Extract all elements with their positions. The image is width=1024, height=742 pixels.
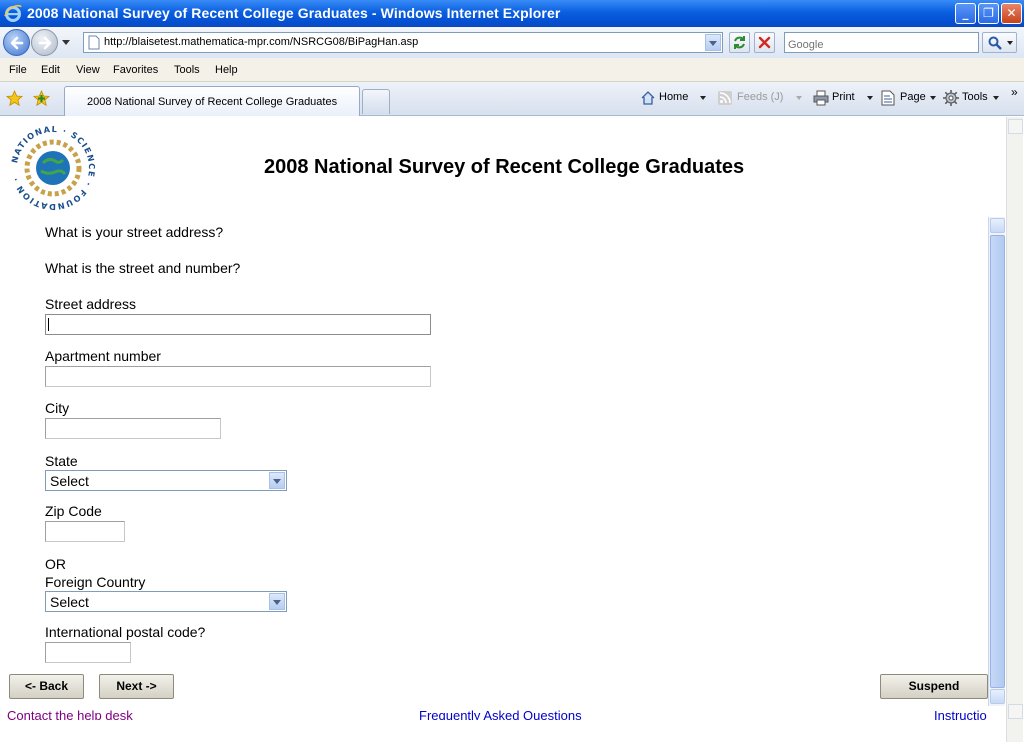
menu-favorites[interactable]: Favorites (113, 64, 158, 76)
page-menu-button[interactable]: Page (900, 91, 926, 103)
feeds-icon (718, 91, 732, 105)
apartment-number-label: Apartment number (45, 348, 161, 364)
menu-help[interactable]: Help (215, 64, 238, 76)
state-label: State (45, 453, 78, 469)
back-button[interactable]: <- Back (9, 674, 84, 699)
scroll-up-arrow-icon[interactable] (990, 218, 1005, 233)
chevron-down-icon[interactable] (269, 472, 285, 489)
window-titlebar: 2008 National Survey of Recent College G… (0, 0, 1024, 27)
foreign-country-select[interactable]: Select (45, 591, 287, 612)
or-text: OR (45, 556, 66, 572)
contact-help-desk-link[interactable]: Contact the help desk (7, 708, 133, 720)
inner-vertical-scrollbar[interactable] (988, 217, 1005, 706)
refresh-button[interactable] (729, 32, 750, 53)
chevron-down-icon[interactable] (269, 593, 285, 610)
page-menu-icon (881, 90, 895, 106)
tools-dropdown-icon[interactable] (993, 96, 999, 100)
address-text: http://blaisetest.mathematica-mpr.com/NS… (104, 36, 419, 48)
menu-view[interactable]: View (76, 64, 100, 76)
tools-gear-icon (943, 90, 959, 106)
feeds-dropdown-icon[interactable] (796, 96, 802, 100)
page-content: NATIONAL · SCIENCE · FOUNDATION · 2008 N… (2, 117, 1005, 720)
stop-button[interactable] (754, 32, 775, 53)
page-icon (88, 35, 100, 50)
search-input[interactable] (785, 35, 975, 55)
apartment-number-input[interactable] (45, 366, 431, 387)
maximize-button[interactable]: ❐ (978, 3, 999, 24)
address-dropdown-icon[interactable] (705, 34, 721, 51)
subquestion-text: What is the street and number? (45, 260, 241, 276)
recent-pages-dropdown-icon[interactable] (62, 40, 70, 45)
new-tab-button[interactable] (362, 89, 390, 114)
scroll-down-arrow-icon[interactable] (990, 689, 1005, 704)
foreign-country-label: Foreign Country (45, 574, 146, 590)
browser-vertical-scrollbar[interactable] (1006, 117, 1023, 742)
street-address-label: Street address (45, 296, 137, 312)
forward-arrow-icon (38, 36, 52, 50)
faq-link[interactable]: Frequently Asked Questions (419, 708, 582, 720)
tools-menu-button[interactable]: Tools (962, 91, 988, 103)
forward-nav-button[interactable] (31, 29, 58, 56)
browser-scroll-down-arrow-icon[interactable] (1008, 704, 1023, 719)
tab-command-bar: 2008 National Survey of Recent College G… (0, 82, 1024, 116)
print-dropdown-icon[interactable] (867, 96, 873, 100)
state-select-value: Select (50, 473, 89, 489)
feeds-button[interactable]: Feeds (J) (737, 91, 783, 103)
home-dropdown-icon[interactable] (700, 96, 706, 100)
favorites-star-icon[interactable] (6, 90, 23, 107)
search-button[interactable] (982, 32, 1017, 53)
print-button[interactable]: Print (832, 91, 855, 103)
print-icon (813, 90, 829, 106)
zip-code-label: Zip Code (45, 503, 102, 519)
search-box[interactable] (784, 32, 979, 55)
menu-file[interactable]: File (9, 64, 27, 76)
home-button[interactable]: Home (659, 91, 688, 103)
browser-scroll-up-arrow-icon[interactable] (1008, 119, 1023, 134)
instructions-link[interactable]: Instructio (934, 708, 987, 720)
address-toolbar: http://blaisetest.mathematica-mpr.com/NS… (0, 27, 1024, 58)
back-nav-button[interactable] (3, 29, 30, 56)
tab-active[interactable]: 2008 National Survey of Recent College G… (64, 86, 360, 116)
refresh-icon (734, 36, 745, 49)
toolbar-overflow-chevron-icon[interactable]: » (1011, 85, 1018, 99)
scrollbar-thumb[interactable] (990, 235, 1005, 688)
city-input[interactable] (45, 418, 221, 439)
international-postal-code-label: International postal code? (45, 624, 206, 640)
suspend-button[interactable]: Suspend (880, 674, 988, 699)
menu-bar: File Edit View Favorites Tools Help (0, 58, 1024, 82)
menu-edit[interactable]: Edit (41, 64, 60, 76)
stop-icon (758, 36, 771, 49)
home-icon (641, 91, 655, 105)
page-dropdown-icon[interactable] (930, 96, 936, 100)
city-label: City (45, 400, 70, 416)
add-favorite-icon[interactable] (33, 90, 50, 107)
question-text: What is your street address? (45, 224, 224, 240)
search-icon (988, 36, 1002, 50)
menu-tools[interactable]: Tools (174, 64, 200, 76)
address-input[interactable]: http://blaisetest.mathematica-mpr.com/NS… (83, 32, 723, 53)
foreign-country-select-value: Select (50, 594, 89, 610)
state-select[interactable]: Select (45, 470, 287, 491)
zip-code-input[interactable] (45, 521, 125, 542)
international-postal-code-input[interactable] (45, 642, 131, 663)
close-button[interactable]: ✕ (1001, 3, 1022, 24)
minimize-button[interactable]: _ (955, 3, 976, 24)
tab-active-title: 2008 National Survey of Recent College G… (87, 96, 338, 108)
internet-explorer-icon (4, 4, 22, 22)
search-options-dropdown-icon[interactable] (1007, 41, 1013, 45)
back-arrow-icon (10, 36, 24, 50)
page-title: 2008 National Survey of Recent College G… (264, 156, 745, 178)
street-address-input[interactable] (45, 314, 431, 335)
nsf-logo: NATIONAL · SCIENCE · FOUNDATION · (10, 125, 96, 211)
window-title: 2008 National Survey of Recent College G… (27, 5, 561, 21)
next-button[interactable]: Next -> (99, 674, 174, 699)
